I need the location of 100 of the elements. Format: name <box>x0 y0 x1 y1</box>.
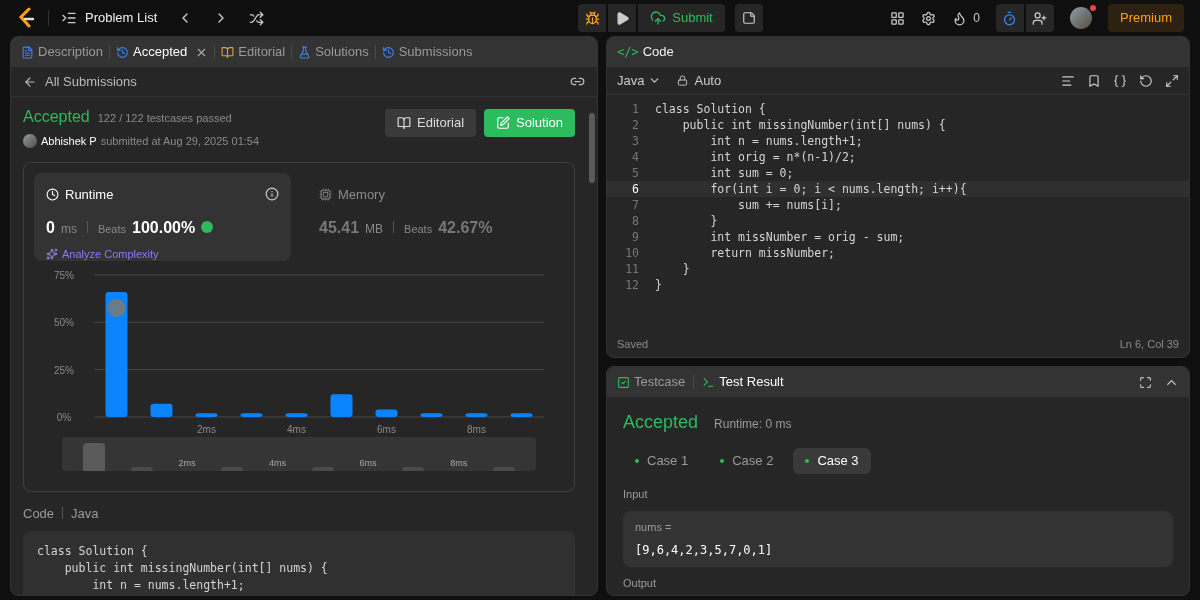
code-label: Code <box>23 504 55 523</box>
line-number: 1 <box>631 101 640 117</box>
language-select[interactable]: Java <box>617 70 662 91</box>
list-icon[interactable] <box>61 10 77 26</box>
terminal-icon <box>702 375 716 389</box>
editorial-button[interactable]: Editorial <box>385 109 476 137</box>
line-number: 10 <box>624 245 640 261</box>
document-icon <box>21 45 34 59</box>
streak-count: 0 <box>973 10 980 27</box>
metric-unit: ms <box>60 221 77 238</box>
settings-icon[interactable] <box>921 10 937 26</box>
analyze-link[interactable]: Analyze Complexity <box>62 246 159 263</box>
grid-icon[interactable] <box>890 10 906 26</box>
code-icon: </> <box>617 43 639 61</box>
case-tab[interactable]: Case 3 <box>793 448 871 474</box>
line-number: 8 <box>631 213 640 229</box>
code-line: 4 int orig = n*(n-1)/2; <box>607 149 1189 165</box>
bar <box>285 412 308 417</box>
all-submissions-link[interactable]: All Submissions <box>45 71 137 92</box>
overview-label: 4ms <box>269 457 287 470</box>
panel-tab[interactable]: Submissions <box>381 42 473 62</box>
panel-tab[interactable]: Solutions <box>298 42 369 62</box>
run-button[interactable] <box>608 4 637 32</box>
overview-label: 6ms <box>359 457 377 470</box>
code-line: 11 } <box>607 261 1189 277</box>
sparkle-icon <box>46 248 58 261</box>
code-line: 9 int missNumber = orig - sum; <box>607 229 1189 245</box>
testcases-text: 122 / 122 testcases passed <box>97 111 232 126</box>
code-line: 3 int n = nums.length+1; <box>607 133 1189 149</box>
panel-tab[interactable]: Description <box>21 42 104 62</box>
avatar <box>107 298 126 317</box>
panel-title: Code <box>642 43 674 62</box>
problem-list-link[interactable]: Problem List <box>85 8 158 28</box>
metric-panel[interactable]: Memory 45.41 MB Beats 42.67% <box>307 172 564 261</box>
timer-icon <box>1002 10 1018 26</box>
bar <box>240 412 263 417</box>
code-line: 5 int sum = 0; <box>607 165 1189 181</box>
panel-tab[interactable]: Editorial <box>221 42 286 62</box>
case-tab[interactable]: Case 1 <box>623 448 701 474</box>
book-icon <box>397 116 412 130</box>
panel-tab[interactable]: Test Result <box>702 372 784 392</box>
debug-button[interactable] <box>578 4 607 32</box>
overview-label: 2ms <box>178 457 196 470</box>
reset-icon[interactable] <box>1139 73 1153 88</box>
add-user-icon <box>1032 10 1048 26</box>
result-status: Accepted <box>623 411 699 434</box>
bar <box>150 403 173 417</box>
submit-button[interactable]: Submit <box>638 4 725 32</box>
user-name[interactable]: Abhishek P <box>41 133 97 150</box>
back-icon[interactable] <box>23 74 37 89</box>
axis-label: 75% <box>54 269 74 281</box>
bookmark-icon[interactable] <box>1087 73 1101 88</box>
timer-button[interactable] <box>996 4 1024 32</box>
metric-value: 0 <box>46 218 55 238</box>
note-icon <box>741 11 756 25</box>
line-number: 4 <box>631 149 640 165</box>
param-name: nums = <box>635 519 673 535</box>
bar <box>420 412 443 417</box>
note-button[interactable] <box>734 4 763 32</box>
code-line: 2 public int missingNumber(int[] nums) { <box>607 117 1189 133</box>
bar <box>510 412 533 417</box>
code-line: 1 class Solution { <box>607 101 1189 117</box>
fullscreen-icon[interactable] <box>1139 375 1152 389</box>
code-line: 12 } <box>607 277 1189 293</box>
info-icon[interactable] <box>265 187 279 202</box>
format-icon[interactable] <box>1061 73 1075 88</box>
case-tab[interactable]: Case 2 <box>708 448 786 474</box>
braces-icon[interactable] <box>1113 73 1127 88</box>
cloud-upload-icon <box>650 10 667 26</box>
code-line: 8 } <box>607 213 1189 229</box>
history-icon <box>381 45 395 59</box>
history-icon <box>116 45 130 59</box>
premium-button[interactable]: Premium <box>1108 4 1184 32</box>
add-user-button[interactable] <box>1026 4 1054 32</box>
axis-label: 0% <box>56 411 72 423</box>
edit-icon <box>496 116 510 130</box>
language-label: Java <box>71 504 99 523</box>
overview-bar <box>311 466 334 471</box>
axis-label: 4ms <box>287 423 306 435</box>
lock-icon <box>677 75 689 86</box>
line-number: 3 <box>631 133 640 149</box>
code-block: class Solution { public int missingNumber(int[] nums) { int n = nums.length+1; <box>23 531 575 595</box>
bar <box>330 393 353 417</box>
metric-card[interactable]: Runtime 0 ms Beats 100.00% Analyze Complexity <box>34 172 291 261</box>
logo-icon[interactable] <box>16 7 36 29</box>
status-text: Accepted <box>23 107 90 127</box>
shuffle-icon[interactable] <box>249 10 265 26</box>
line-number: 9 <box>631 229 640 245</box>
flask-icon <box>298 45 312 59</box>
overview-bar <box>402 466 425 471</box>
overview-bar <box>130 466 153 471</box>
metric-value: 45.41 <box>319 218 360 238</box>
axis-label: 25% <box>54 364 74 376</box>
beats-label: Beats <box>404 222 433 237</box>
panel-tab[interactable]: Accepted <box>116 42 209 62</box>
panel-tab[interactable]: Testcase <box>617 372 686 392</box>
expand-icon[interactable] <box>1165 73 1179 88</box>
scrollbar-thumb[interactable] <box>589 113 595 183</box>
axis-label: 6ms <box>377 423 396 435</box>
line-number: 12 <box>624 277 640 293</box>
